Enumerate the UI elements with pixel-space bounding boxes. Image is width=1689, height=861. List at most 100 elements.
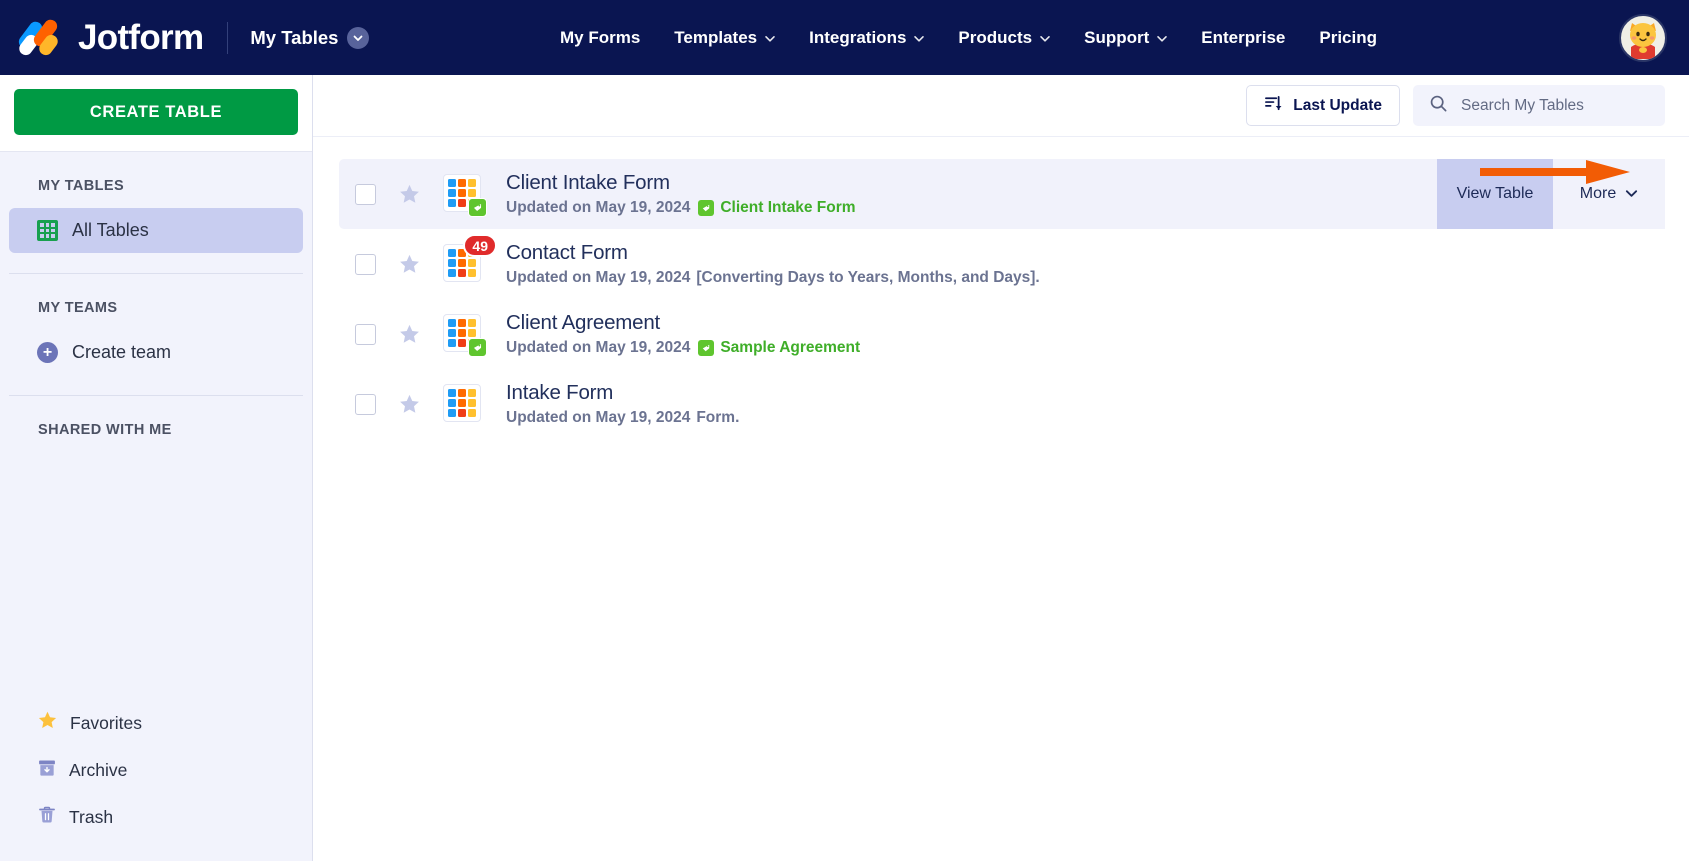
toolbar: Last Update xyxy=(313,75,1689,137)
favorite-star-icon[interactable] xyxy=(398,183,421,206)
chevron-down-icon xyxy=(1625,185,1638,203)
nav-item-enterprise[interactable]: Enterprise xyxy=(1184,20,1302,56)
submission-count-badge: 49 xyxy=(463,234,497,257)
table-subtitle: Updated on May 19, 2024 [Converting Days… xyxy=(506,269,1040,287)
form-tag-badge-icon xyxy=(468,338,487,357)
chevron-down-icon xyxy=(1156,28,1167,48)
chevron-down-icon xyxy=(764,28,775,48)
form-tag-icon xyxy=(698,200,715,216)
workspace-label: My Tables xyxy=(250,26,339,48)
sidebar-item-create-team[interactable]: + Create team xyxy=(9,330,303,375)
sidebar-item-label: Favorites xyxy=(70,712,142,733)
updated-date: Updated on May 19, 2024 xyxy=(506,409,691,426)
more-button[interactable]: More xyxy=(1553,159,1665,229)
main-menu: My Forms Templates Integrations Products… xyxy=(543,20,1394,56)
favorite-star-icon[interactable] xyxy=(398,323,421,346)
sidebar-item-label: Archive xyxy=(69,760,128,780)
table-row[interactable]: Client Intake Form Updated on May 19, 20… xyxy=(339,159,1665,229)
star-icon xyxy=(37,710,58,736)
updated-date: Updated on May 19, 2024 xyxy=(506,339,691,356)
source-form-link[interactable]: Client Intake Form xyxy=(698,199,856,217)
nav-label: Enterprise xyxy=(1201,27,1286,47)
updated-date: Updated on May 19, 2024 xyxy=(506,269,691,286)
sidebar: CREATE TABLE MY TABLES All Tables MY TEA… xyxy=(0,75,313,861)
row-text: Client Intake Form Updated on May 19, 20… xyxy=(506,171,856,217)
row-text: Client Agreement Updated on May 19, 2024… xyxy=(506,311,860,357)
favorite-star-icon[interactable] xyxy=(398,393,421,416)
app-shell: CREATE TABLE MY TABLES All Tables MY TEA… xyxy=(0,75,1689,861)
jotform-logo-icon xyxy=(16,16,64,58)
table-subtitle: Updated on May 19, 2024 Client Intake Fo… xyxy=(506,199,856,217)
create-table-section: CREATE TABLE xyxy=(0,75,312,152)
table-row[interactable]: Intake Form Updated on May 19, 2024 Form… xyxy=(339,369,1665,439)
more-label: More xyxy=(1579,185,1617,202)
main-content: Last Update Search My Tables Client Inta… xyxy=(313,75,1689,861)
sidebar-item-label: All Tables xyxy=(72,220,149,240)
table-icon xyxy=(443,174,487,217)
cat-avatar-icon xyxy=(1622,16,1664,59)
table-title[interactable]: Client Agreement xyxy=(506,311,860,335)
table-title[interactable]: Intake Form xyxy=(506,381,739,405)
source-form-name: [Converting Days to Years, Months, and D… xyxy=(696,269,1040,286)
table-icon xyxy=(443,384,483,424)
sort-label: Last Update xyxy=(1293,96,1382,114)
chevron-down-icon[interactable] xyxy=(347,26,370,49)
sort-last-update-button[interactable]: Last Update xyxy=(1246,85,1400,126)
table-row[interactable]: Client Agreement Updated on May 19, 2024… xyxy=(339,299,1665,369)
top-navigation-bar: Jotform My Tables My Forms Templates Int… xyxy=(0,0,1689,75)
brand-wordmark: Jotform xyxy=(78,17,204,57)
nav-item-pricing[interactable]: Pricing xyxy=(1302,20,1394,56)
table-icon: 49 xyxy=(443,234,497,284)
source-form-name: Form. xyxy=(696,409,740,426)
table-title[interactable]: Client Intake Form xyxy=(506,171,856,195)
avatar[interactable] xyxy=(1619,13,1667,62)
nav-item-integrations[interactable]: Integrations xyxy=(792,20,941,56)
plus-circle-icon: + xyxy=(37,342,58,363)
sort-descending-icon xyxy=(1264,94,1283,118)
table-subtitle: Updated on May 19, 2024 Sample Agreement xyxy=(506,339,860,357)
row-text: Contact Form Updated on May 19, 2024 [Co… xyxy=(506,241,1040,287)
source-form-name: Sample Agreement xyxy=(720,339,861,356)
table-row[interactable]: 49 Contact Form Updated on May 19, 2024 … xyxy=(339,229,1665,299)
sidebar-section-shared-with-me: SHARED WITH ME xyxy=(38,422,172,438)
chevron-down-icon xyxy=(913,28,924,48)
nav-item-templates[interactable]: Templates xyxy=(657,20,792,56)
table-title[interactable]: Contact Form xyxy=(506,241,1040,265)
source-form-link[interactable]: Sample Agreement xyxy=(698,339,860,357)
nav-label: My Forms xyxy=(560,27,641,47)
updated-date: Updated on May 19, 2024 xyxy=(506,199,691,216)
tables-list: Client Intake Form Updated on May 19, 20… xyxy=(313,137,1689,439)
view-table-button[interactable]: View Table xyxy=(1437,159,1553,229)
brand-logo[interactable]: Jotform xyxy=(16,16,204,58)
row-checkbox[interactable] xyxy=(355,183,376,205)
row-actions: View Table More xyxy=(1437,159,1665,229)
search-input[interactable] xyxy=(1461,96,1649,115)
table-subtitle: Updated on May 19, 2024 Form. xyxy=(506,409,739,427)
nav-item-my-forms[interactable]: My Forms xyxy=(543,20,657,56)
sidebar-item-all-tables[interactable]: All Tables xyxy=(9,208,303,253)
row-checkbox[interactable] xyxy=(355,253,376,275)
create-table-button[interactable]: CREATE TABLE xyxy=(14,89,298,135)
sidebar-item-favorites[interactable]: Favorites xyxy=(9,699,303,747)
favorite-star-icon[interactable] xyxy=(398,253,421,276)
sidebar-item-trash[interactable]: Trash xyxy=(9,794,303,841)
search-icon xyxy=(1429,94,1448,118)
sidebar-item-label: Create team xyxy=(72,342,172,362)
nav-item-products[interactable]: Products xyxy=(941,20,1067,56)
sidebar-section-my-tables: MY TABLES xyxy=(38,178,125,194)
table-grid-icon xyxy=(37,220,58,241)
sidebar-bottom-nav: Favorites Archive Trash xyxy=(0,699,312,861)
chevron-down-icon xyxy=(1039,28,1050,48)
nav-label: Products xyxy=(958,27,1033,47)
trash-icon xyxy=(37,805,57,830)
sidebar-item-label: Trash xyxy=(69,807,114,827)
nav-label: Support xyxy=(1084,27,1150,47)
sidebar-item-archive[interactable]: Archive xyxy=(9,747,303,794)
row-checkbox[interactable] xyxy=(355,393,376,415)
search-box[interactable] xyxy=(1413,85,1665,126)
workspace-selector[interactable]: My Tables xyxy=(250,26,370,49)
row-checkbox[interactable] xyxy=(355,323,376,345)
source-form-name: Client Intake Form xyxy=(720,199,856,216)
nav-item-support[interactable]: Support xyxy=(1067,20,1184,56)
